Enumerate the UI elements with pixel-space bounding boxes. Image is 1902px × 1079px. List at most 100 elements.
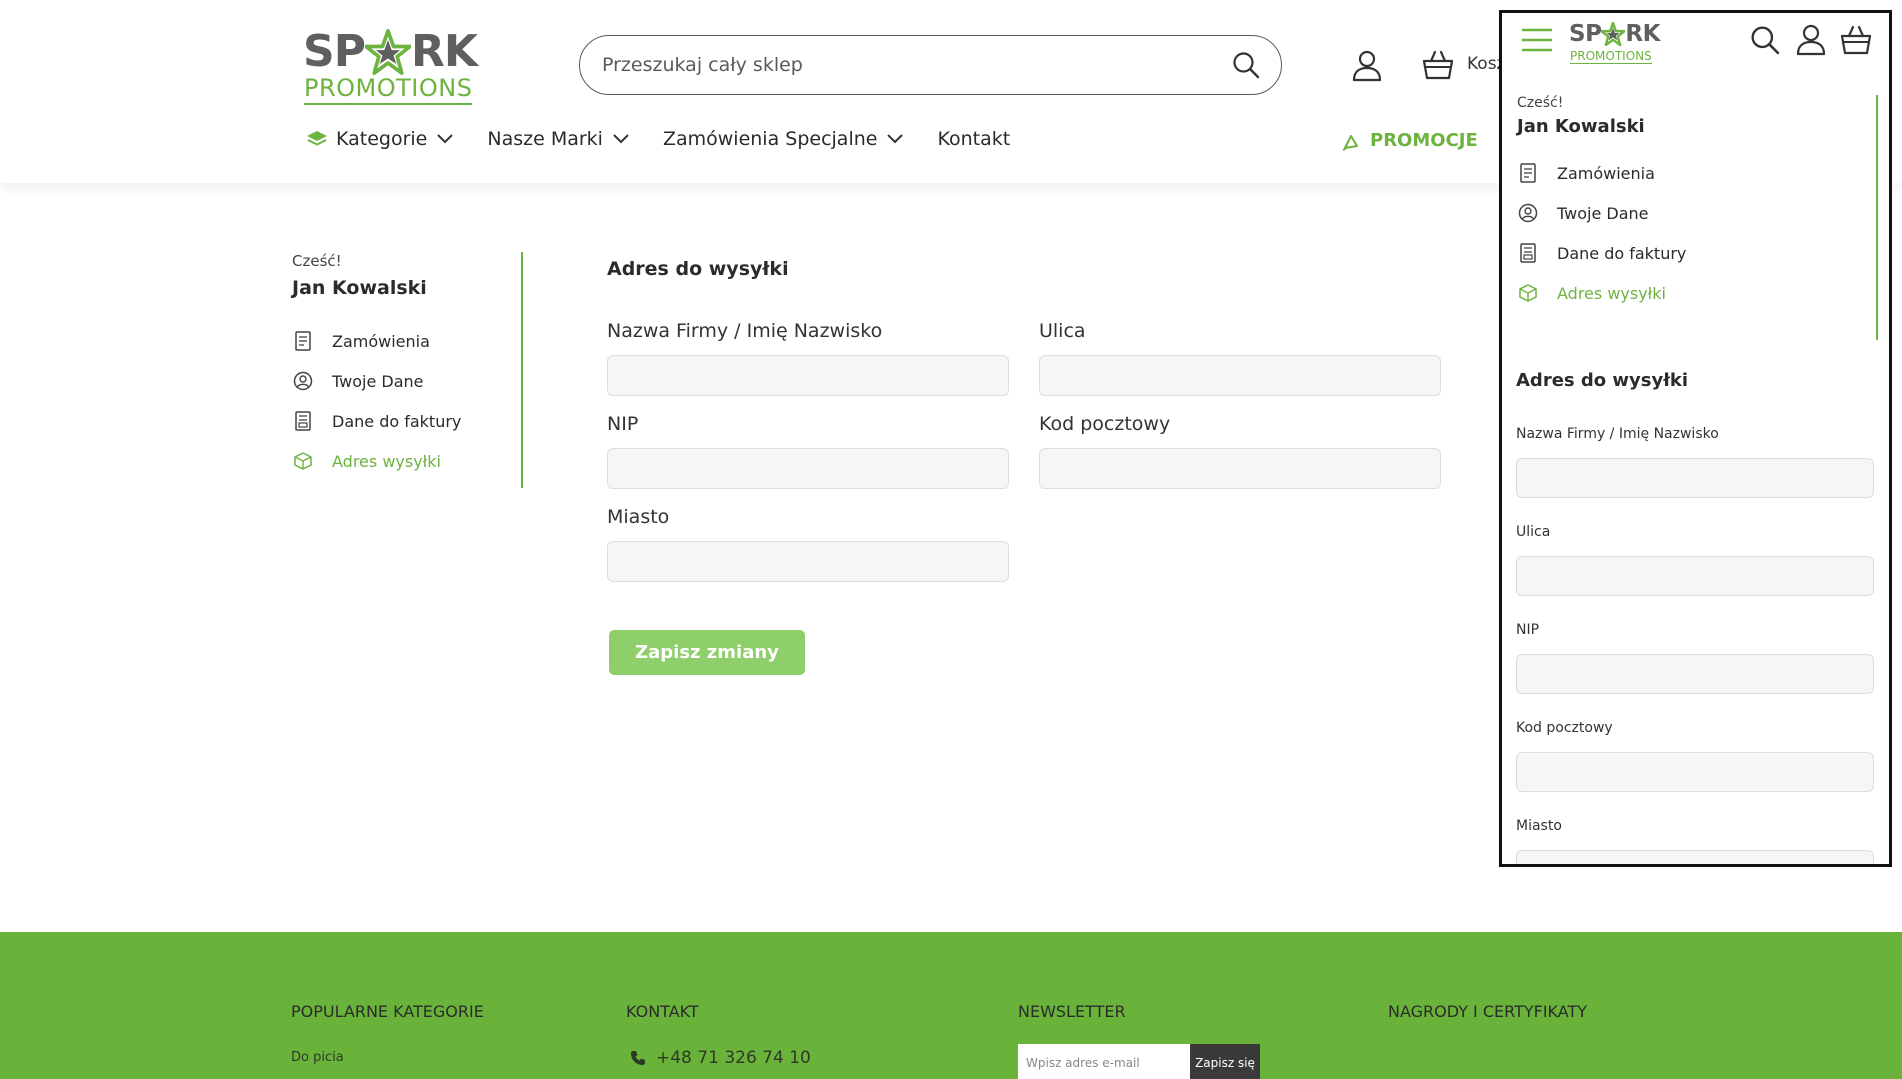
sidebar-item-label: Adres wysyłki — [332, 451, 441, 471]
sidebar-item-invoice-data[interactable]: Dane do faktury — [292, 401, 521, 441]
logo-text-right: RK — [1625, 21, 1660, 47]
nav-item-brands[interactable]: Nasze Marki — [487, 128, 629, 150]
mobile-search-button[interactable] — [1748, 23, 1782, 57]
search-button[interactable] — [1231, 50, 1261, 80]
logo-subtitle: PROMOTIONS — [1570, 49, 1652, 64]
footer-phone[interactable]: +48 71 326 74 10 — [630, 1048, 811, 1068]
document-icon — [1517, 162, 1539, 184]
sidebar-item-orders[interactable]: Zamówienia — [292, 321, 521, 361]
chevron-down-icon — [613, 134, 629, 144]
mobile-cart-button[interactable] — [1839, 23, 1873, 57]
newsletter-form: Zapisz się — [1018, 1044, 1260, 1079]
field-label: Ulica — [1039, 320, 1086, 342]
field-label: Miasto — [607, 506, 670, 528]
sidebar-item-your-data[interactable]: Twoje Dane — [292, 361, 521, 401]
promo-label: PROMOCJE — [1370, 130, 1478, 151]
field-label: Nazwa Firmy / Imię Nazwisko — [607, 320, 883, 342]
user-name: Jan Kowalski — [1517, 116, 1645, 137]
user-name: Jan Kowalski — [292, 277, 427, 299]
newsletter-subscribe-button[interactable]: Zapisz się — [1190, 1044, 1260, 1079]
street-input[interactable] — [1516, 556, 1874, 596]
company-field: Nazwa Firmy / Imię Nazwisko — [1516, 426, 1874, 498]
logo-text-left: SP — [1569, 21, 1602, 47]
phone-number: +48 71 326 74 10 — [656, 1048, 811, 1068]
sidebar-item-label: Zamówienia — [332, 331, 430, 351]
basket-icon — [1840, 25, 1872, 55]
nav-item-categories[interactable]: Kategorie — [296, 128, 454, 150]
nav-label: Nasze Marki — [487, 128, 603, 150]
user-icon — [1796, 24, 1826, 56]
footer-awards-heading: NAGRODY I CERTYFIKATY — [1388, 1002, 1588, 1021]
save-button[interactable]: Zapisz zmiany — [609, 630, 805, 675]
account-menu: Zamówienia Twoje Dane Dane do faktury Ad… — [1517, 153, 1876, 313]
form-title: Adres do wysyłki — [1516, 370, 1689, 391]
city-field: Miasto — [607, 506, 1009, 582]
user-circle-icon — [292, 370, 314, 392]
city-input[interactable] — [607, 541, 1009, 582]
shipping-form: Adres do wysyłki Nazwa Firmy / Imię Nazw… — [607, 258, 1441, 582]
footer-contact-heading: KONTAKT — [626, 1002, 699, 1021]
phone-icon — [631, 1051, 645, 1065]
form-title: Adres do wysyłki — [607, 258, 789, 280]
sidebar-item-label: Adres wysyłki — [1557, 283, 1666, 303]
company-field: Nazwa Firmy / Imię Nazwisko — [607, 320, 1009, 396]
footer-newsletter-heading: NEWSLETTER — [1018, 1002, 1126, 1021]
layers-icon — [307, 131, 327, 146]
document-icon — [292, 330, 314, 352]
newsletter-email-input[interactable] — [1018, 1044, 1190, 1079]
nav-item-contact[interactable]: Kontakt — [937, 128, 1010, 150]
package-icon — [1517, 282, 1539, 304]
promo-link[interactable]: PROMOCJE — [1342, 130, 1478, 151]
nip-input[interactable] — [607, 448, 1009, 489]
postal-code-field: Kod pocztowy — [1039, 413, 1441, 489]
postal-code-input[interactable] — [1039, 448, 1441, 489]
logo[interactable]: SP RK PROMOTIONS — [303, 16, 478, 105]
hamburger-menu-icon[interactable] — [1520, 27, 1554, 53]
sidebar-item-your-data[interactable]: Twoje Dane — [1517, 193, 1876, 233]
star-icon — [1601, 22, 1626, 46]
company-input[interactable] — [607, 355, 1009, 396]
user-icon — [1352, 50, 1382, 82]
site-footer: POPULARNE KATEGORIE Do picia KONTAKT +48… — [0, 932, 1902, 1079]
nav-item-special-orders[interactable]: Zamówienia Specjalne — [663, 128, 904, 150]
basket-icon — [1422, 50, 1454, 80]
nip-input[interactable] — [1516, 654, 1874, 694]
footer-popular-link[interactable]: Do picia — [291, 1050, 344, 1065]
search-input[interactable] — [602, 54, 1231, 76]
user-circle-icon — [1517, 202, 1539, 224]
city-input[interactable] — [1516, 850, 1874, 864]
mobile-logo[interactable]: SP RK PROMOTIONS — [1569, 17, 1660, 64]
invoice-icon — [1517, 242, 1539, 264]
sidebar-item-label: Dane do faktury — [332, 411, 462, 431]
company-input[interactable] — [1516, 458, 1874, 498]
mobile-preview: SP RK PROMOTIONS Cześć! Jan Kowalski Zam… — [1499, 10, 1892, 867]
search-icon — [1751, 26, 1780, 55]
field-label: Miasto — [1516, 818, 1562, 834]
field-label: NIP — [1516, 622, 1540, 638]
sidebar-item-orders[interactable]: Zamówienia — [1517, 153, 1876, 193]
street-field: Ulica — [1516, 524, 1874, 596]
mobile-shipping-form: Adres do wysyłki Nazwa Firmy / Imię Nazw… — [1516, 370, 1874, 864]
postal-code-input[interactable] — [1516, 752, 1874, 792]
account-button[interactable] — [1352, 50, 1382, 82]
sidebar-item-label: Twoje Dane — [1557, 203, 1649, 223]
mobile-account-button[interactable] — [1794, 23, 1828, 57]
mobile-account-sidebar: Cześć! Jan Kowalski Zamówienia Twoje Dan… — [1517, 95, 1878, 340]
search-icon — [1233, 52, 1260, 79]
nip-field: NIP — [607, 413, 1009, 489]
cart-button[interactable] — [1421, 49, 1455, 81]
search-bar — [579, 35, 1282, 95]
city-field: Miasto — [1516, 818, 1874, 864]
megaphone-icon — [1342, 134, 1358, 151]
account-menu: Zamówienia Twoje Dane Dane do faktury Ad… — [292, 321, 521, 481]
invoice-icon — [292, 410, 314, 432]
field-label: Ulica — [1516, 524, 1551, 540]
greeting: Cześć! — [292, 252, 342, 270]
sidebar-item-invoice-data[interactable]: Dane do faktury — [1517, 233, 1876, 273]
logo-text-left: SP — [303, 26, 366, 77]
street-input[interactable] — [1039, 355, 1441, 396]
star-icon — [364, 28, 411, 75]
sidebar-item-shipping-address[interactable]: Adres wysyłki — [292, 441, 521, 481]
sidebar-item-shipping-address[interactable]: Adres wysyłki — [1517, 273, 1876, 313]
field-label: Kod pocztowy — [1516, 720, 1613, 736]
